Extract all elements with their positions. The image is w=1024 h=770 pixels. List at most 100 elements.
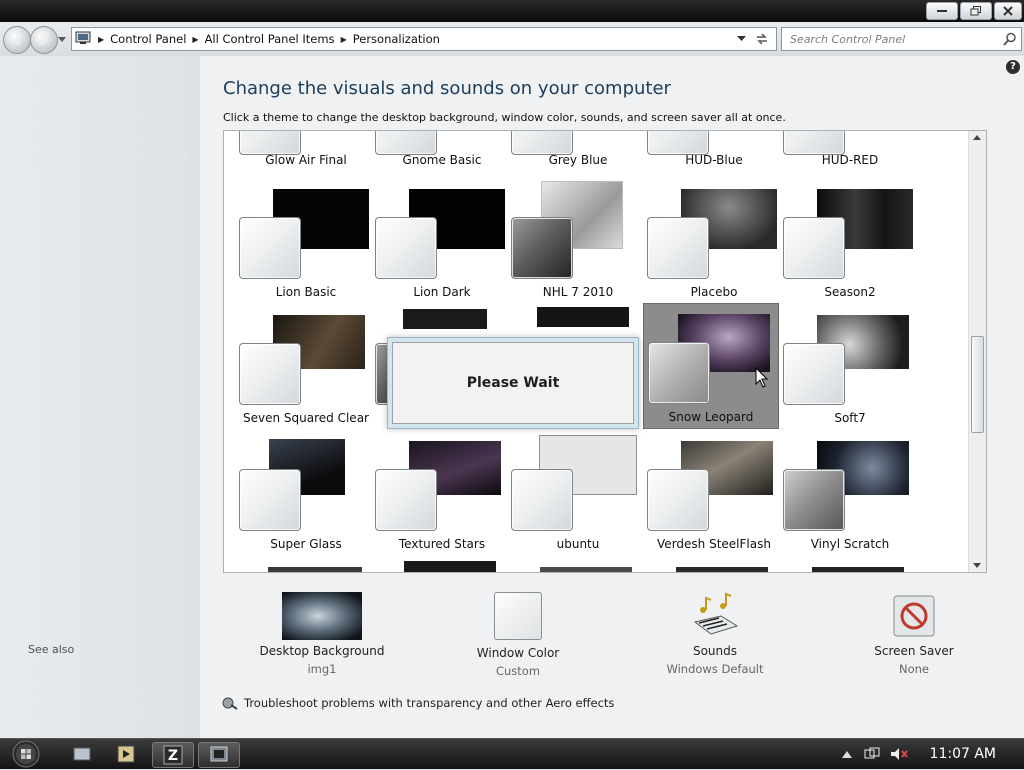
theme-label: Lion Dark: [413, 285, 471, 299]
close-icon: [1003, 6, 1013, 16]
address-dropdown-icon[interactable]: [737, 36, 746, 41]
taskbar-clock[interactable]: 11:07 AM: [930, 746, 996, 762]
theme-tile[interactable]: ubuntu: [511, 433, 645, 557]
theme-label: Season2: [824, 285, 876, 299]
address-bar[interactable]: ▶ Control Panel ▶ All Control Panel Item…: [71, 27, 777, 51]
breadcrumb-separator-icon: ▶: [192, 34, 199, 44]
theme-wallpaper-thumbnail: [268, 567, 362, 572]
window-color-setting[interactable]: Window Color Custom: [453, 592, 583, 678]
theme-label: NHL 7 2010: [542, 285, 614, 299]
sounds-setting[interactable]: Sounds Windows Default: [650, 592, 780, 676]
close-button[interactable]: [994, 2, 1022, 20]
show-hidden-icons-icon[interactable]: [841, 750, 852, 758]
taskbar-control-panel-button[interactable]: [198, 742, 240, 768]
breadcrumb-control-panel[interactable]: Control Panel: [110, 32, 186, 46]
theme-wallpaper-thumbnail: [537, 307, 629, 327]
breadcrumb-all-items[interactable]: All Control Panel Items: [205, 32, 335, 46]
theme-tile[interactable]: NHL 7 2010: [511, 181, 645, 305]
troubleshoot-text: Troubleshoot problems with transparency …: [244, 696, 615, 710]
sounds-icon: [693, 592, 739, 635]
scroll-up-icon[interactable]: [973, 135, 981, 140]
search-icon[interactable]: [1003, 32, 1017, 46]
theme-label: ubuntu: [556, 537, 600, 551]
display-link[interactable]: Display: [29, 666, 70, 679]
window-color-label: Window Color: [476, 646, 560, 660]
search-placeholder: Search Control Panel: [790, 33, 906, 46]
mouse-cursor-icon: [755, 367, 769, 388]
theme-tile[interactable]: Vinyl Scratch: [783, 433, 917, 557]
theme-tile[interactable]: Lion Basic: [239, 181, 373, 305]
refresh-icon[interactable]: [754, 31, 770, 47]
theme-label: Verdesh SteelFlash: [657, 537, 771, 551]
theme-label: Glow Air Final: [265, 153, 347, 167]
theme-tile[interactable]: Soft7: [783, 307, 917, 431]
forward-arrow-icon: [40, 34, 49, 46]
troubleshoot-icon: [222, 697, 238, 710]
screen-saver-icon: [893, 595, 935, 637]
restore-button[interactable]: [960, 2, 992, 20]
start-button[interactable]: [10, 739, 42, 769]
theme-list-scrollbar[interactable]: [968, 131, 986, 572]
scrollbar-thumb[interactable]: [971, 336, 984, 433]
taskbar: Z 11:07 AM: [0, 738, 1024, 769]
change-desktop-icons-link[interactable]: Change desktop icons: [29, 109, 151, 122]
sounds-value: Windows Default: [666, 662, 764, 676]
troubleshoot-link[interactable]: Troubleshoot problems with transparency …: [222, 696, 614, 710]
theme-label: Textured Stars: [398, 537, 486, 551]
folder-icon: [73, 747, 91, 761]
theme-label: Super Glass: [270, 537, 342, 551]
theme-tile-selected[interactable]: Snow Leopard: [643, 303, 779, 429]
theme-wallpaper-thumbnail: [676, 567, 768, 572]
navigation-bar: ▶ Control Panel ▶ All Control Panel Item…: [0, 22, 1024, 56]
minimize-button[interactable]: [926, 2, 958, 20]
theme-tile[interactable]: Verdesh SteelFlash: [647, 433, 781, 557]
sounds-label: Sounds: [692, 644, 738, 658]
change-account-picture-link[interactable]: Change your account picture: [29, 151, 189, 164]
window-color-value: Custom: [495, 664, 541, 678]
desktop-background-setting[interactable]: Desktop Background img1: [257, 592, 387, 676]
network-icon[interactable]: [864, 747, 880, 761]
theme-tile[interactable]: Textured Stars: [375, 433, 509, 557]
theme-label: Seven Squared Clear: [243, 411, 369, 425]
theme-wallpaper-thumbnail: [403, 309, 487, 329]
breadcrumb-separator-icon: ▶: [98, 34, 105, 44]
control-panel-home-link[interactable]: Control Panel Home: [29, 72, 138, 85]
theme-label: Grey Blue: [548, 153, 608, 167]
media-player-icon: [117, 745, 135, 763]
change-mouse-pointers-link[interactable]: Change mouse pointers: [29, 130, 160, 143]
system-tray: 11:07 AM: [841, 739, 1024, 769]
theme-wallpaper-thumbnail: [812, 567, 904, 572]
scroll-down-icon[interactable]: [973, 563, 981, 568]
page-title: Change the visuals and sounds on your co…: [223, 78, 671, 99]
svg-text:Z: Z: [168, 748, 178, 764]
theme-tile[interactable]: Lion Dark: [375, 181, 509, 305]
theme-label: Soft7: [834, 411, 866, 425]
theme-tile[interactable]: Super Glass: [239, 433, 373, 557]
theme-wallpaper-thumbnail: [404, 561, 496, 572]
back-button[interactable]: [3, 26, 31, 54]
theme-label: Lion Basic: [275, 285, 337, 299]
taskbar-start-menu-link[interactable]: Taskbar and Start Menu: [29, 686, 159, 699]
taskbar-explorer-button[interactable]: [62, 742, 102, 766]
help-icon[interactable]: ?: [1006, 60, 1020, 74]
taskbar-media-button[interactable]: [106, 742, 146, 766]
ease-of-access-link[interactable]: Ease of Access Center: [29, 706, 151, 719]
theme-label: HUD-Blue: [685, 153, 743, 167]
forward-button[interactable]: [30, 26, 58, 54]
theme-label: Vinyl Scratch: [810, 537, 890, 551]
screen-saver-setting[interactable]: Screen Saver None: [849, 592, 979, 676]
screen-saver-label: Screen Saver: [874, 644, 954, 658]
volume-muted-icon[interactable]: [890, 747, 908, 761]
page-subtitle: Click a theme to change the desktop back…: [223, 111, 786, 124]
theme-tile[interactable]: Season2: [783, 181, 917, 305]
left-task-pane: Control Panel Home Change desktop icons …: [0, 56, 200, 738]
desktop-background-label: Desktop Background: [259, 644, 385, 658]
breadcrumb-personalization[interactable]: Personalization: [353, 32, 440, 46]
recent-pages-dropdown-icon[interactable]: [58, 37, 66, 42]
restore-icon: [970, 6, 981, 16]
taskbar-z-app-button[interactable]: Z: [152, 742, 194, 768]
theme-tile[interactable]: Seven Squared Clear: [239, 307, 373, 431]
search-input[interactable]: Search Control Panel: [781, 27, 1022, 51]
theme-label: Placebo: [690, 285, 738, 299]
theme-tile[interactable]: Placebo: [647, 181, 781, 305]
